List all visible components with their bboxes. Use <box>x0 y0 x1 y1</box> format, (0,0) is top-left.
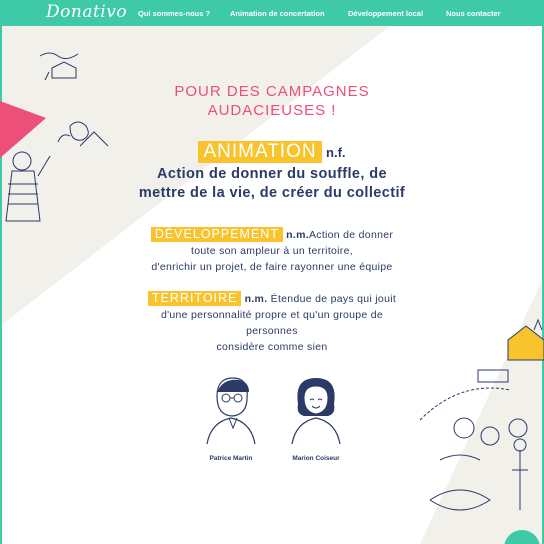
definition-animation-line1: Action de donner du souffle, de <box>157 166 387 182</box>
hero-headline-line1: POUR DES CAMPAGNES <box>174 83 370 100</box>
term-territoire: TERRITOIRE <box>147 291 242 306</box>
nav-link-animation[interactable]: Animation de concertation <box>230 9 325 18</box>
definition-territoire: TERRITOIRE n.m. Étendue de pays qui joui… <box>0 291 544 355</box>
definition-developpement-line3: d'enrichir un projet, de faire rayonner … <box>151 261 393 273</box>
pos-animation: n.f. <box>326 145 346 160</box>
team-member-patrice[interactable]: Patrice Martin <box>196 374 266 462</box>
portrait-marion-icon <box>291 378 341 445</box>
team-member-marion[interactable]: Marion Coiseur <box>278 374 354 462</box>
definition-territoire-line3: personnes <box>246 325 298 337</box>
definition-animation-line2: mettre de la vie, de créer du collectif <box>138 185 406 201</box>
definition-territoire-line4: considère comme sien <box>216 341 328 353</box>
definition-developpement-line2: toute son ampleur à un territoire, <box>191 245 353 257</box>
team-member-name: Marion Coiseur <box>292 455 340 462</box>
hero-headline: POUR DES CAMPAGNES AUDACIEUSES ! <box>0 82 544 120</box>
definition-animation: ANIMATION n.f. Action de donner du souff… <box>0 141 544 203</box>
nav-link-contact[interactable]: Nous contacter <box>446 9 501 18</box>
pos-developpement: n.m. <box>286 229 309 241</box>
nav-link-developpement[interactable]: Développement local <box>348 9 423 18</box>
hero-headline-line2: AUDACIEUSES ! <box>207 102 337 119</box>
term-animation: ANIMATION <box>198 141 322 163</box>
top-navigation-bar: Donativo Qui sommes-nous ? Animation de … <box>0 0 544 26</box>
team-member-name: Patrice Martin <box>209 455 253 462</box>
nav-link-qui-sommes-nous[interactable]: Qui sommes-nous ? <box>138 9 210 18</box>
definition-developpement-line1: Action de donner <box>308 229 394 241</box>
definition-territoire-line2: d'une personnalité propre et qu'un group… <box>160 309 384 321</box>
site-logo[interactable]: Donativo <box>46 2 127 22</box>
portrait-patrice-icon <box>206 377 256 445</box>
definition-territoire-line1: Étendue de pays qui jouit <box>270 293 397 305</box>
term-developpement: DÉVELOPPEMENT <box>150 227 283 242</box>
pos-territoire: n.m. <box>244 293 268 305</box>
definition-developpement: DÉVELOPPEMENT n.m.Action de donner toute… <box>0 227 544 275</box>
